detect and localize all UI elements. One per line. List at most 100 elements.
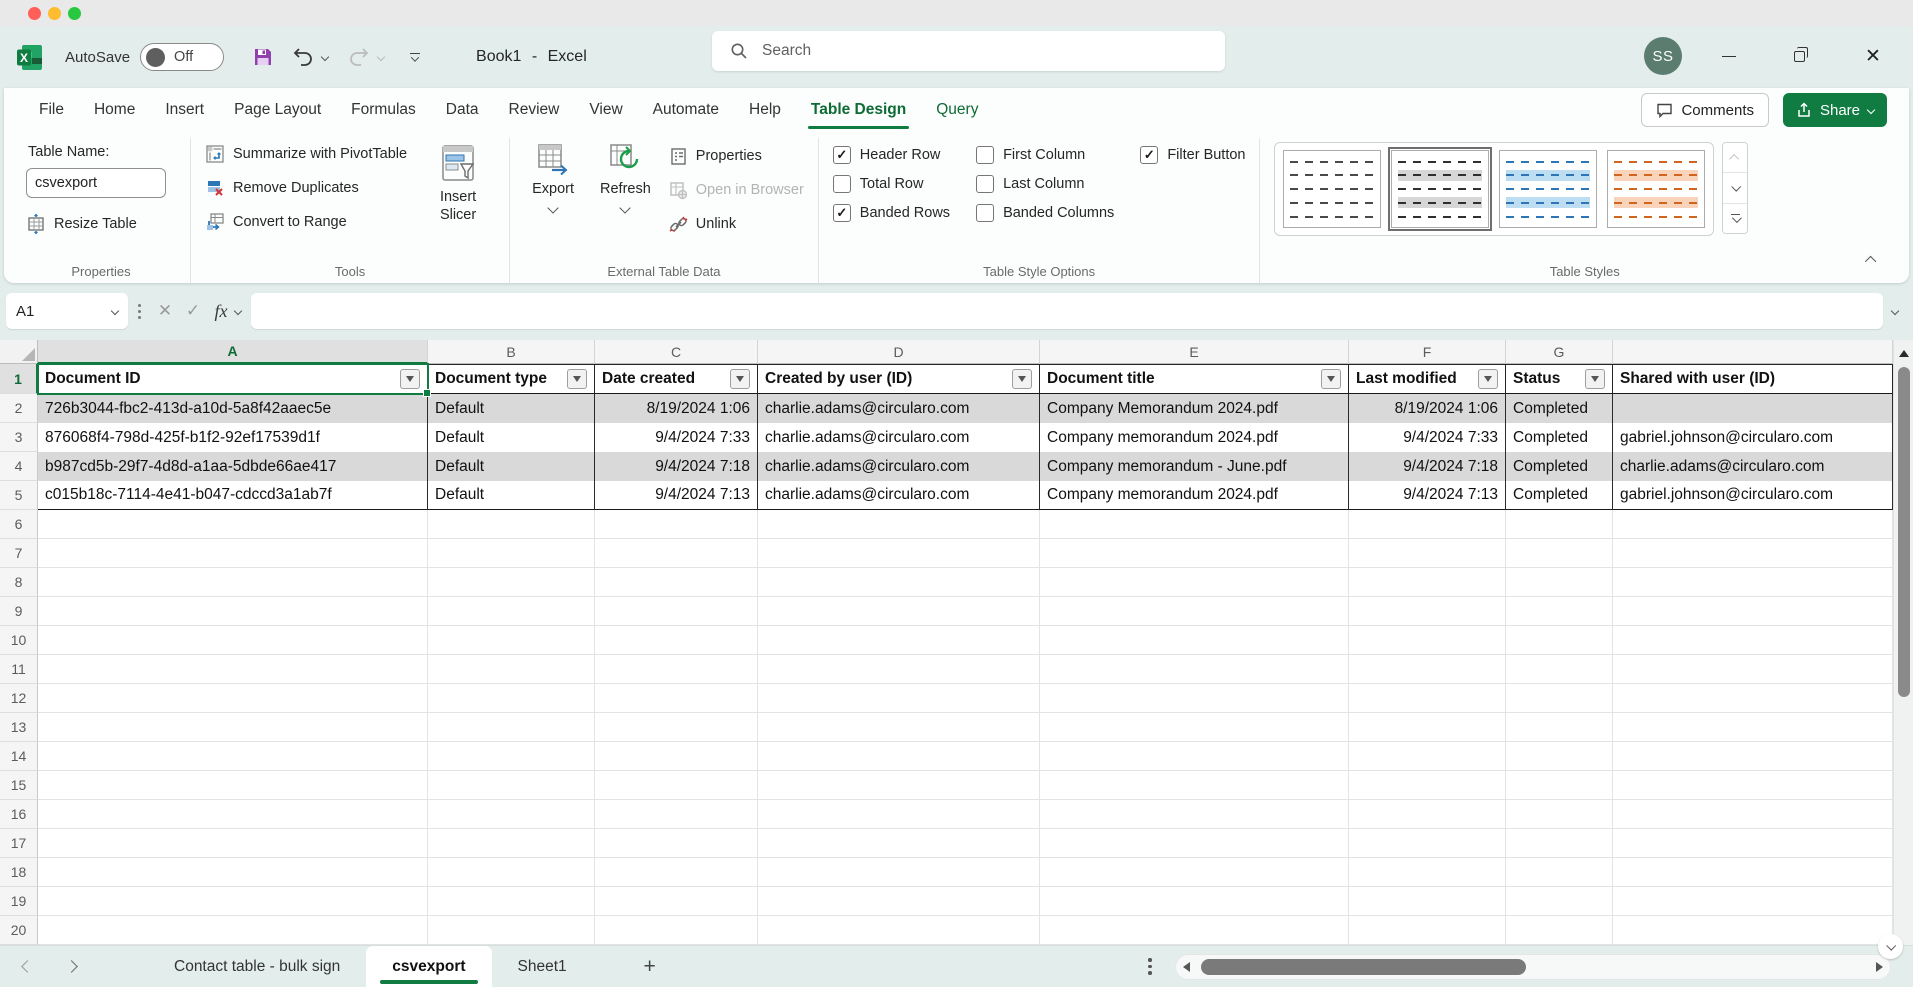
header-cell[interactable]: Status [1506,364,1613,394]
row-number[interactable]: 7 [0,539,38,568]
empty-cell[interactable] [758,510,1040,539]
data-cell[interactable]: gabriel.johnson@circularo.com [1613,423,1893,452]
empty-cell[interactable] [38,510,428,539]
minimize-button[interactable] [1712,41,1746,71]
empty-cell[interactable] [1613,626,1893,655]
empty-cell[interactable] [1040,684,1349,713]
empty-cell[interactable] [1040,626,1349,655]
empty-cell[interactable] [595,713,758,742]
gallery-more-button[interactable] [1723,204,1747,233]
row-number[interactable]: 14 [0,742,38,771]
column-header-F[interactable]: F [1349,340,1506,364]
insert-slicer-button[interactable]: Insert Slicer [421,142,495,259]
row-number[interactable]: 2 [0,394,38,423]
ribbon-tab-review[interactable]: Review [494,88,575,132]
select-all-corner[interactable] [0,340,38,364]
empty-cell[interactable] [428,684,595,713]
empty-cell[interactable] [428,800,595,829]
formula-bar-drag-handle-icon[interactable] [138,304,141,319]
empty-cell[interactable] [38,887,428,916]
empty-cell[interactable] [595,771,758,800]
empty-cell[interactable] [38,568,428,597]
empty-cell[interactable] [1613,800,1893,829]
empty-cell[interactable] [1613,916,1893,945]
data-cell[interactable]: gabriel.johnson@circularo.com [1613,481,1893,510]
empty-cell[interactable] [1613,713,1893,742]
data-cell[interactable]: Default [428,452,595,481]
empty-cell[interactable] [758,568,1040,597]
table-style-swatch-plain-light[interactable] [1283,150,1381,228]
empty-cell[interactable] [1040,655,1349,684]
empty-cell[interactable] [1613,684,1893,713]
name-box[interactable]: A1 [6,293,128,329]
filter-dropdown-button[interactable] [1585,369,1605,389]
row-number[interactable]: 9 [0,597,38,626]
empty-cell[interactable] [38,684,428,713]
empty-cell[interactable] [595,800,758,829]
empty-cell[interactable] [1506,742,1613,771]
empty-cell[interactable] [1613,829,1893,858]
row-number[interactable]: 8 [0,568,38,597]
scroll-left-arrow-icon[interactable] [1183,962,1190,972]
empty-cell[interactable] [758,626,1040,655]
empty-cell[interactable] [1040,800,1349,829]
search-input[interactable] [762,42,1142,60]
empty-cell[interactable] [1506,713,1613,742]
summarize-pivottable-button[interactable]: Summarize with PivotTable [205,140,407,168]
empty-cell[interactable] [428,916,595,945]
data-cell[interactable]: c015b18c-7114-4e41-b047-cdccd3a1ab7f [38,481,428,510]
row-number[interactable]: 20 [0,916,38,945]
data-cell[interactable]: Default [428,423,595,452]
empty-cell[interactable] [758,713,1040,742]
empty-cell[interactable] [595,858,758,887]
empty-cell[interactable] [1613,858,1893,887]
data-cell[interactable]: charlie.adams@circularo.com [758,423,1040,452]
previous-sheet-button[interactable] [12,962,42,971]
convert-to-range-button[interactable]: Convert to Range [205,208,407,236]
empty-cell[interactable] [1349,771,1506,800]
empty-cell[interactable] [1040,510,1349,539]
collapse-ribbon-button[interactable] [1861,249,1883,271]
empty-cell[interactable] [428,887,595,916]
horizontal-scroll-thumb[interactable] [1201,959,1526,975]
header-cell[interactable]: Document title [1040,364,1349,394]
empty-cell[interactable] [758,887,1040,916]
ribbon-tab-data[interactable]: Data [431,88,494,132]
function-dropdown-icon[interactable] [234,307,242,315]
empty-cell[interactable] [428,655,595,684]
empty-cell[interactable] [1506,568,1613,597]
empty-cell[interactable] [1349,655,1506,684]
header-cell[interactable]: Document ID [38,364,428,394]
row-number[interactable]: 13 [0,713,38,742]
data-cell[interactable]: Completed [1506,452,1613,481]
data-cell[interactable]: Company memorandum - June.pdf [1040,452,1349,481]
data-cell[interactable]: Company memorandum 2024.pdf [1040,423,1349,452]
customize-quick-access-button[interactable] [400,42,430,72]
empty-cell[interactable] [1040,539,1349,568]
empty-cell[interactable] [595,684,758,713]
empty-cell[interactable] [1040,713,1349,742]
empty-cell[interactable] [1349,539,1506,568]
row-number[interactable]: 1 [0,364,38,394]
empty-cell[interactable] [758,800,1040,829]
empty-cell[interactable] [1613,510,1893,539]
data-cell[interactable]: charlie.adams@circularo.com [758,394,1040,423]
data-cell[interactable]: charlie.adams@circularo.com [1613,452,1893,481]
filter-dropdown-button[interactable] [1012,369,1032,389]
row-number[interactable]: 18 [0,858,38,887]
minimize-traffic-light-icon[interactable] [48,7,61,20]
table-style-swatch-orange-banded[interactable] [1607,150,1705,228]
filter-dropdown-button[interactable] [1321,369,1341,389]
column-header-E[interactable]: E [1040,340,1349,364]
expand-formula-bar-button[interactable] [1883,308,1907,314]
empty-cell[interactable] [1506,800,1613,829]
refresh-button[interactable]: Refresh [592,140,659,259]
empty-cell[interactable] [38,829,428,858]
empty-cell[interactable] [428,626,595,655]
header-cell[interactable]: Date created [595,364,758,394]
style-option-last-column[interactable]: Last Column [976,175,1114,193]
spreadsheet-grid[interactable]: ABCDEFG1Document IDDocument typeDate cre… [0,340,1893,945]
empty-cell[interactable] [1349,800,1506,829]
empty-cell[interactable] [1040,568,1349,597]
table-style-swatch-blue-banded[interactable] [1499,150,1597,228]
